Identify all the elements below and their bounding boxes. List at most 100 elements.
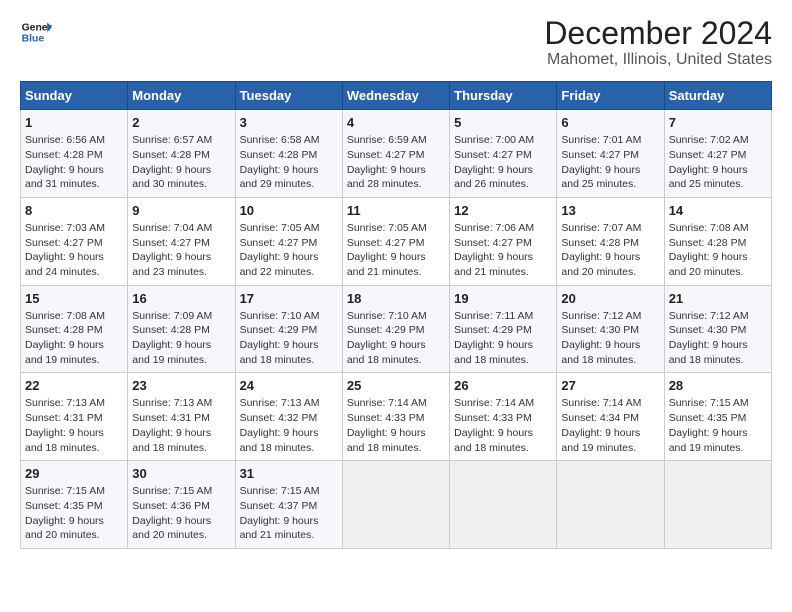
day-info: Sunrise: 7:10 AM Sunset: 4:29 PM Dayligh… <box>347 309 445 368</box>
sunset-text: Sunset: 4:28 PM <box>669 237 747 249</box>
calendar-header-row: SundayMondayTuesdayWednesdayThursdayFrid… <box>21 82 772 110</box>
calendar-cell: 28 Sunrise: 7:15 AM Sunset: 4:35 PM Dayl… <box>664 373 771 461</box>
day-number: 2 <box>132 115 230 130</box>
day-info: Sunrise: 7:12 AM Sunset: 4:30 PM Dayligh… <box>561 309 659 368</box>
daylight-text: Daylight: 9 hours and 29 minutes. <box>240 164 319 191</box>
daylight-text: Daylight: 9 hours and 18 minutes. <box>561 339 640 366</box>
sunrise-text: Sunrise: 7:15 AM <box>240 485 320 497</box>
day-number: 7 <box>669 115 767 130</box>
day-info: Sunrise: 7:08 AM Sunset: 4:28 PM Dayligh… <box>25 309 123 368</box>
daylight-text: Daylight: 9 hours and 25 minutes. <box>669 164 748 191</box>
svg-text:Blue: Blue <box>22 34 45 45</box>
daylight-text: Daylight: 9 hours and 20 minutes. <box>561 251 640 278</box>
title-block: December 2024 Mahomet, Illinois, United … <box>544 16 772 69</box>
daylight-text: Daylight: 9 hours and 20 minutes. <box>132 515 211 542</box>
daylight-text: Daylight: 9 hours and 18 minutes. <box>669 339 748 366</box>
day-info: Sunrise: 7:15 AM Sunset: 4:36 PM Dayligh… <box>132 484 230 543</box>
calendar-cell <box>342 461 449 549</box>
sunset-text: Sunset: 4:33 PM <box>347 412 425 424</box>
day-number: 23 <box>132 378 230 393</box>
sunset-text: Sunset: 4:27 PM <box>454 237 532 249</box>
calendar-header-thursday: Thursday <box>450 82 557 110</box>
sunrise-text: Sunrise: 7:09 AM <box>132 310 212 322</box>
daylight-text: Daylight: 9 hours and 18 minutes. <box>240 427 319 454</box>
daylight-text: Daylight: 9 hours and 21 minutes. <box>454 251 533 278</box>
sunset-text: Sunset: 4:33 PM <box>454 412 532 424</box>
calendar-cell: 11 Sunrise: 7:05 AM Sunset: 4:27 PM Dayl… <box>342 197 449 285</box>
daylight-text: Daylight: 9 hours and 23 minutes. <box>132 251 211 278</box>
day-number: 16 <box>132 291 230 306</box>
sunrise-text: Sunrise: 7:02 AM <box>669 134 749 146</box>
calendar-cell <box>450 461 557 549</box>
daylight-text: Daylight: 9 hours and 22 minutes. <box>240 251 319 278</box>
daylight-text: Daylight: 9 hours and 21 minutes. <box>240 515 319 542</box>
daylight-text: Daylight: 9 hours and 26 minutes. <box>454 164 533 191</box>
day-number: 10 <box>240 203 338 218</box>
daylight-text: Daylight: 9 hours and 18 minutes. <box>454 427 533 454</box>
calendar-cell: 27 Sunrise: 7:14 AM Sunset: 4:34 PM Dayl… <box>557 373 664 461</box>
daylight-text: Daylight: 9 hours and 18 minutes. <box>132 427 211 454</box>
day-info: Sunrise: 7:13 AM Sunset: 4:31 PM Dayligh… <box>25 396 123 455</box>
calendar-cell: 30 Sunrise: 7:15 AM Sunset: 4:36 PM Dayl… <box>128 461 235 549</box>
day-number: 9 <box>132 203 230 218</box>
calendar-cell: 22 Sunrise: 7:13 AM Sunset: 4:31 PM Dayl… <box>21 373 128 461</box>
sunset-text: Sunset: 4:27 PM <box>669 149 747 161</box>
daylight-text: Daylight: 9 hours and 28 minutes. <box>347 164 426 191</box>
sunrise-text: Sunrise: 7:08 AM <box>669 222 749 234</box>
sunrise-text: Sunrise: 7:00 AM <box>454 134 534 146</box>
sunrise-text: Sunrise: 7:15 AM <box>669 397 749 409</box>
sunrise-text: Sunrise: 7:07 AM <box>561 222 641 234</box>
sunrise-text: Sunrise: 7:11 AM <box>454 310 533 322</box>
sunrise-text: Sunrise: 7:12 AM <box>669 310 749 322</box>
day-number: 15 <box>25 291 123 306</box>
calendar-cell: 9 Sunrise: 7:04 AM Sunset: 4:27 PM Dayli… <box>128 197 235 285</box>
daylight-text: Daylight: 9 hours and 24 minutes. <box>25 251 104 278</box>
calendar-cell: 3 Sunrise: 6:58 AM Sunset: 4:28 PM Dayli… <box>235 110 342 198</box>
day-number: 12 <box>454 203 552 218</box>
day-info: Sunrise: 7:01 AM Sunset: 4:27 PM Dayligh… <box>561 133 659 192</box>
day-info: Sunrise: 6:56 AM Sunset: 4:28 PM Dayligh… <box>25 133 123 192</box>
day-info: Sunrise: 7:14 AM Sunset: 4:33 PM Dayligh… <box>454 396 552 455</box>
calendar-week-row: 15 Sunrise: 7:08 AM Sunset: 4:28 PM Dayl… <box>21 285 772 373</box>
logo: General Blue <box>20 16 52 48</box>
day-number: 25 <box>347 378 445 393</box>
calendar-cell: 21 Sunrise: 7:12 AM Sunset: 4:30 PM Dayl… <box>664 285 771 373</box>
sunset-text: Sunset: 4:29 PM <box>347 324 425 336</box>
sunrise-text: Sunrise: 7:15 AM <box>132 485 212 497</box>
day-number: 5 <box>454 115 552 130</box>
day-number: 19 <box>454 291 552 306</box>
sunset-text: Sunset: 4:34 PM <box>561 412 639 424</box>
day-info: Sunrise: 7:05 AM Sunset: 4:27 PM Dayligh… <box>240 221 338 280</box>
daylight-text: Daylight: 9 hours and 25 minutes. <box>561 164 640 191</box>
sunset-text: Sunset: 4:36 PM <box>132 500 210 512</box>
sunset-text: Sunset: 4:35 PM <box>669 412 747 424</box>
sunrise-text: Sunrise: 7:08 AM <box>25 310 105 322</box>
day-number: 22 <box>25 378 123 393</box>
day-number: 11 <box>347 203 445 218</box>
sunset-text: Sunset: 4:27 PM <box>25 237 103 249</box>
calendar-cell: 2 Sunrise: 6:57 AM Sunset: 4:28 PM Dayli… <box>128 110 235 198</box>
daylight-text: Daylight: 9 hours and 31 minutes. <box>25 164 104 191</box>
day-number: 14 <box>669 203 767 218</box>
calendar-cell: 6 Sunrise: 7:01 AM Sunset: 4:27 PM Dayli… <box>557 110 664 198</box>
calendar-cell: 12 Sunrise: 7:06 AM Sunset: 4:27 PM Dayl… <box>450 197 557 285</box>
day-number: 8 <box>25 203 123 218</box>
day-info: Sunrise: 7:08 AM Sunset: 4:28 PM Dayligh… <box>669 221 767 280</box>
day-info: Sunrise: 7:09 AM Sunset: 4:28 PM Dayligh… <box>132 309 230 368</box>
calendar-cell: 7 Sunrise: 7:02 AM Sunset: 4:27 PM Dayli… <box>664 110 771 198</box>
sunrise-text: Sunrise: 7:14 AM <box>347 397 427 409</box>
calendar-cell: 31 Sunrise: 7:15 AM Sunset: 4:37 PM Dayl… <box>235 461 342 549</box>
calendar-cell: 4 Sunrise: 6:59 AM Sunset: 4:27 PM Dayli… <box>342 110 449 198</box>
calendar-header-tuesday: Tuesday <box>235 82 342 110</box>
day-info: Sunrise: 7:11 AM Sunset: 4:29 PM Dayligh… <box>454 309 552 368</box>
calendar-table: SundayMondayTuesdayWednesdayThursdayFrid… <box>20 81 772 549</box>
calendar-cell: 10 Sunrise: 7:05 AM Sunset: 4:27 PM Dayl… <box>235 197 342 285</box>
calendar-week-row: 8 Sunrise: 7:03 AM Sunset: 4:27 PM Dayli… <box>21 197 772 285</box>
sunrise-text: Sunrise: 7:10 AM <box>240 310 320 322</box>
day-number: 27 <box>561 378 659 393</box>
calendar-header-friday: Friday <box>557 82 664 110</box>
logo-icon: General Blue <box>20 16 52 48</box>
day-info: Sunrise: 7:00 AM Sunset: 4:27 PM Dayligh… <box>454 133 552 192</box>
daylight-text: Daylight: 9 hours and 19 minutes. <box>669 427 748 454</box>
daylight-text: Daylight: 9 hours and 21 minutes. <box>347 251 426 278</box>
